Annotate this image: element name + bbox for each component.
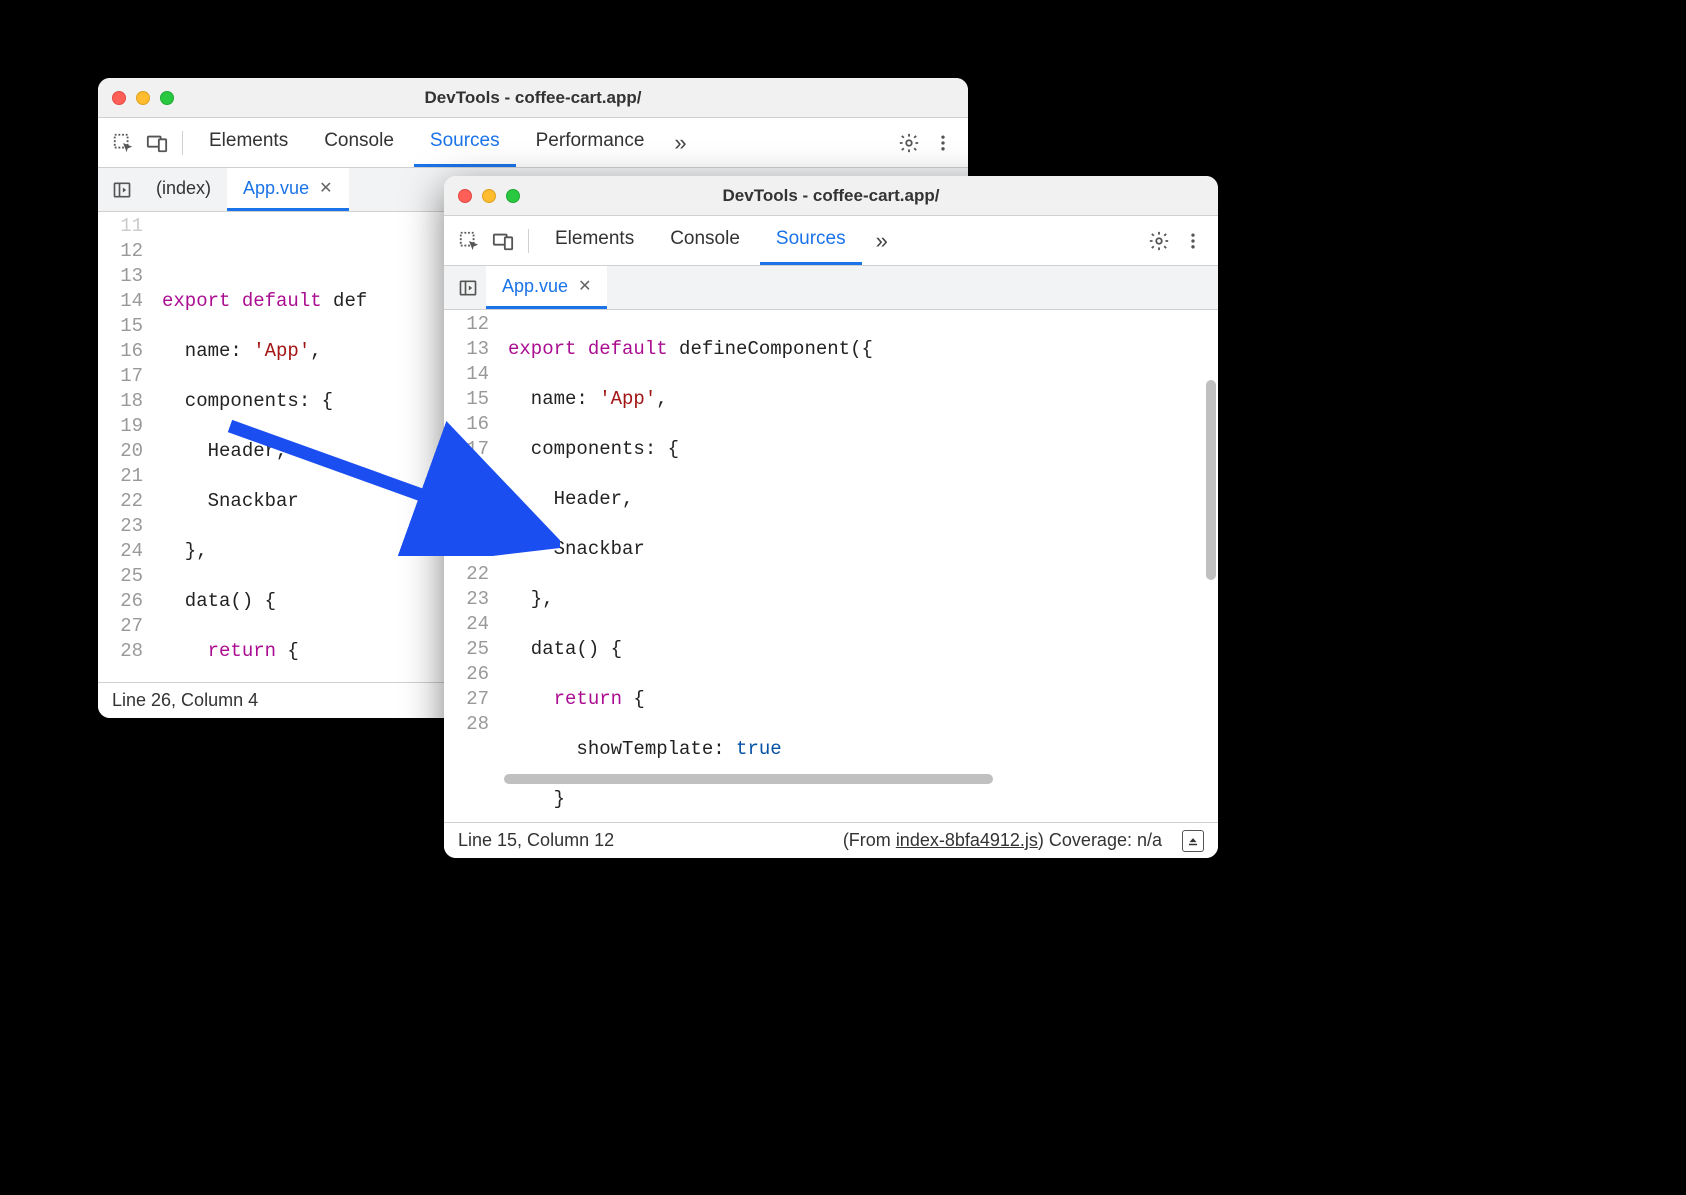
tab-elements[interactable]: Elements <box>193 118 304 167</box>
gear-icon[interactable] <box>894 128 924 158</box>
close-icon[interactable]: ✕ <box>578 276 591 296</box>
window-title: DevTools - coffee-cart.app/ <box>114 88 952 108</box>
titlebar: DevTools - coffee-cart.app/ <box>444 176 1218 216</box>
horizontal-scrollbar[interactable] <box>504 774 1202 784</box>
tab-sources[interactable]: Sources <box>414 118 516 167</box>
inspect-icon[interactable] <box>108 128 138 158</box>
traffic-lights <box>458 189 520 203</box>
inspect-icon[interactable] <box>454 226 484 256</box>
maximize-window-button[interactable] <box>160 91 174 105</box>
window-title: DevTools - coffee-cart.app/ <box>460 186 1202 206</box>
status-bar: Line 15, Column 12 (From index-8bfa4912.… <box>444 822 1218 858</box>
bottom-drawer-icon[interactable] <box>1182 830 1204 852</box>
code-content[interactable]: export default defineComponent({ name: '… <box>500 310 1218 822</box>
gear-icon[interactable] <box>1144 226 1174 256</box>
cursor-position: Line 15, Column 12 <box>458 830 614 851</box>
file-tab-appvue[interactable]: App.vue ✕ <box>227 168 348 211</box>
file-tab-index[interactable]: (index) <box>140 168 227 211</box>
tab-sources[interactable]: Sources <box>760 216 862 265</box>
line-gutter: 111213141516171819202122232425262728 <box>98 212 154 682</box>
panel-tabs: Elements Console Sources » <box>444 216 1218 266</box>
minimize-window-button[interactable] <box>482 189 496 203</box>
source-from: (From index-8bfa4912.js) Coverage: n/a <box>843 830 1162 851</box>
kebab-icon[interactable] <box>1178 226 1208 256</box>
file-tab-label: (index) <box>156 178 211 199</box>
code-editor[interactable]: 12 13 14 15 16 17 18 19 20 21 22 23 24 2… <box>444 310 1218 822</box>
tab-console[interactable]: Console <box>308 118 410 167</box>
device-toggle-icon[interactable] <box>488 226 518 256</box>
show-navigator-icon[interactable] <box>104 168 140 211</box>
maximize-window-button[interactable] <box>506 189 520 203</box>
titlebar: DevTools - coffee-cart.app/ <box>98 78 968 118</box>
tab-console[interactable]: Console <box>654 216 756 265</box>
line-gutter: 12 13 14 15 16 17 18 19 20 21 22 23 24 2… <box>444 310 500 822</box>
panel-tabs: Elements Console Sources Performance » <box>98 118 968 168</box>
close-icon[interactable]: ✕ <box>319 178 332 198</box>
kebab-icon[interactable] <box>928 128 958 158</box>
file-tab-label: App.vue <box>502 276 568 297</box>
minimize-window-button[interactable] <box>136 91 150 105</box>
file-tabs: App.vue ✕ <box>444 266 1218 310</box>
divider <box>182 131 183 155</box>
device-toggle-icon[interactable] <box>142 128 172 158</box>
close-window-button[interactable] <box>112 91 126 105</box>
traffic-lights <box>112 91 174 105</box>
cursor-position: Line 26, Column 4 <box>112 690 258 711</box>
tab-elements[interactable]: Elements <box>539 216 650 265</box>
source-map-link[interactable]: index-8bfa4912.js <box>896 830 1038 850</box>
devtools-window-front: DevTools - coffee-cart.app/ Elements Con… <box>444 176 1218 858</box>
divider <box>528 229 529 253</box>
close-window-button[interactable] <box>458 189 472 203</box>
show-navigator-icon[interactable] <box>450 266 486 309</box>
file-tab-appvue[interactable]: App.vue ✕ <box>486 266 607 309</box>
more-tabs-icon[interactable]: » <box>866 228 898 254</box>
tab-performance[interactable]: Performance <box>520 118 661 167</box>
vertical-scrollbar[interactable] <box>1206 350 1216 782</box>
more-tabs-icon[interactable]: » <box>664 130 696 156</box>
file-tab-label: App.vue <box>243 178 309 199</box>
